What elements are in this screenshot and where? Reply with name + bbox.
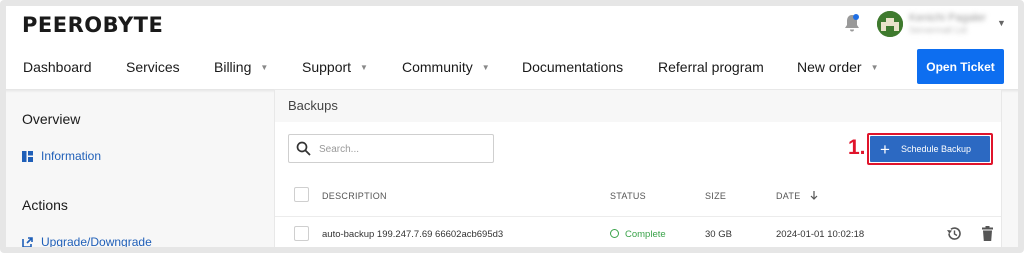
column-header-date[interactable]: DATE xyxy=(776,191,818,201)
nav-item-label: Support xyxy=(302,59,352,75)
notification-dot xyxy=(853,14,859,20)
user-subtitle: Servermall Ltd xyxy=(909,25,968,35)
panel-title: Backups xyxy=(288,98,338,113)
panel-header xyxy=(275,90,1001,122)
column-header-size[interactable]: SIZE xyxy=(705,191,726,201)
top-header: PEEROBYTE Kenichi Pagaler Servermall Ltd… xyxy=(6,6,1018,47)
row-checkbox[interactable] xyxy=(294,226,309,241)
nav-item-new-order[interactable]: New order ▼ xyxy=(797,59,879,75)
sidebar-heading-overview: Overview xyxy=(22,111,81,127)
nav-item-label: Referral program xyxy=(658,59,764,75)
column-header-status[interactable]: STATUS xyxy=(610,191,646,201)
arrow-down-icon xyxy=(810,191,818,200)
main-nav: Dashboard Services Billing ▼ Support ▼ Com… xyxy=(6,47,1018,89)
chevron-down-icon: ▼ xyxy=(360,63,368,72)
column-header-label: DATE xyxy=(776,191,801,201)
backups-panel: Backups 1. + Schedule Backup DESCRIPTION… xyxy=(274,89,1002,247)
chevron-down-icon: ▼ xyxy=(481,63,490,72)
bell-icon[interactable] xyxy=(842,12,862,34)
search-field[interactable] xyxy=(288,134,494,163)
sidebar-item-label: Information xyxy=(41,149,102,163)
chevron-down-icon: ▼ xyxy=(260,63,269,72)
search-input[interactable] xyxy=(319,140,484,158)
nav-item-label: Community xyxy=(402,59,473,75)
backup-size: 30 GB xyxy=(705,229,732,240)
status-badge: Complete xyxy=(610,229,666,240)
open-ticket-button[interactable]: Open Ticket xyxy=(917,49,1004,84)
nav-item-label: Services xyxy=(126,59,180,75)
backup-description: auto-backup 199.247.7.69 66602acb695d3 xyxy=(322,229,504,240)
plus-icon: + xyxy=(880,139,890,159)
schedule-backup-button[interactable]: + Schedule Backup xyxy=(870,136,990,162)
trash-icon[interactable] xyxy=(979,225,996,242)
column-header-description[interactable]: DESCRIPTION xyxy=(322,191,387,201)
nav-item-billing[interactable]: Billing ▼ xyxy=(214,59,268,75)
nav-item-support[interactable]: Support ▼ xyxy=(302,59,368,75)
nav-item-services[interactable]: Services xyxy=(126,59,180,75)
brand-logo[interactable]: PEEROBYTE xyxy=(22,13,163,37)
backup-date: 2024-01-01 10:02:18 xyxy=(776,229,865,240)
step-marker: 1. xyxy=(848,136,866,159)
highlight-box: + Schedule Backup xyxy=(867,133,993,165)
user-name[interactable]: Kenichi Pagaler xyxy=(909,12,986,24)
app-window: PEEROBYTE Kenichi Pagaler Servermall Ltd… xyxy=(0,0,1024,253)
sidebar-item-upgrade-downgrade[interactable]: Upgrade/Downgrade xyxy=(22,235,152,249)
divider xyxy=(275,216,1001,217)
sidebar-item-label: Upgrade/Downgrade xyxy=(41,235,152,249)
nav-item-label: Dashboard xyxy=(23,59,92,75)
select-all-checkbox[interactable] xyxy=(294,187,309,202)
nav-item-community[interactable]: Community ▼ xyxy=(402,59,490,75)
sidebar: Overview Information Actions Upgrade/Dow… xyxy=(6,89,264,249)
dashboard-grid-icon xyxy=(22,150,33,162)
status-dot xyxy=(610,229,619,238)
nav-item-label: Documentations xyxy=(522,59,624,75)
nav-item-label: New order xyxy=(797,59,862,75)
nav-item-label: Billing xyxy=(214,59,252,75)
avatar[interactable] xyxy=(877,11,903,37)
avatar-image xyxy=(877,11,903,37)
nav-item-documentations[interactable]: Documentations xyxy=(522,59,623,75)
sidebar-item-information[interactable]: Information xyxy=(22,149,101,163)
chevron-down-icon[interactable]: ▼ xyxy=(997,18,1006,28)
schedule-backup-label: Schedule Backup xyxy=(900,144,971,154)
search-icon xyxy=(296,141,311,156)
status-text: Complete xyxy=(625,229,666,240)
sidebar-heading-actions: Actions xyxy=(22,197,68,213)
nav-item-referral-program[interactable]: Referral program xyxy=(658,59,764,75)
restore-icon[interactable] xyxy=(946,225,963,242)
chevron-down-icon: ▼ xyxy=(870,63,879,72)
nav-item-dashboard[interactable]: Dashboard xyxy=(23,59,92,75)
external-link-icon xyxy=(22,236,33,247)
